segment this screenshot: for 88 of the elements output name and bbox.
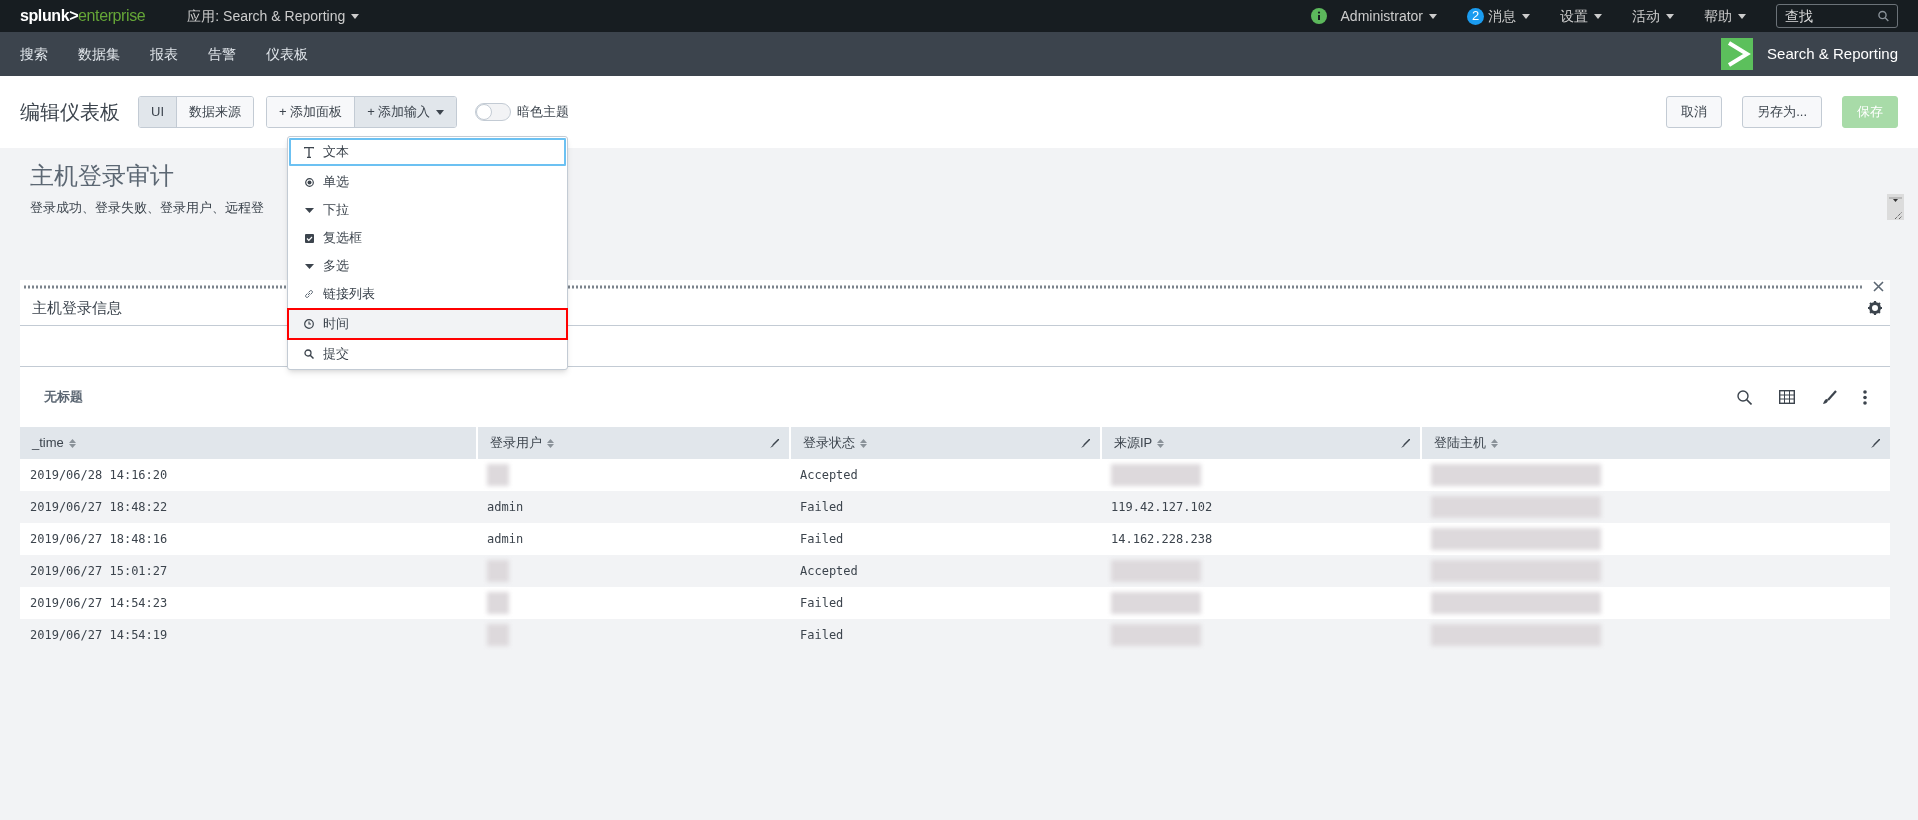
nav-link[interactable]: 数据集 (78, 43, 120, 65)
table-cell-text: Failed (800, 531, 844, 548)
add-input-button[interactable]: + 添加输入 (354, 97, 457, 127)
menu-item[interactable]: 链接列表 (289, 280, 566, 308)
dashboard-title: 主机登录审计 (30, 161, 174, 191)
nav-link[interactable]: 报表 (150, 43, 178, 65)
caret-icon (1429, 13, 1437, 19)
radio-icon (304, 177, 314, 187)
table-cell-text: 2019/06/27 18:48:22 (30, 499, 168, 516)
clock-icon (304, 319, 314, 329)
toggle-label: 暗色主题 (517, 103, 570, 122)
sort-icon (860, 438, 867, 448)
info-icon (1310, 8, 1327, 24)
table-title: 无标题 (44, 388, 83, 407)
sort-icon (68, 438, 76, 448)
action-button[interactable]: 另存为... (1742, 96, 1822, 128)
panel-title: 主机登录信息 (32, 298, 122, 318)
table-cell-text: admin (487, 531, 524, 548)
table-cell-text: Failed (800, 627, 844, 644)
search-icon (304, 349, 314, 359)
nav-link[interactable]: 告警 (208, 43, 236, 65)
app-title: Search & Reporting (1767, 43, 1898, 64)
caret-icon (1738, 13, 1746, 19)
table-cell-text: 2019/06/27 14:54:23 (30, 595, 168, 612)
table-cell-text: Failed (800, 499, 844, 516)
menu-item[interactable]: 单选 (289, 168, 566, 196)
resize-handle-icon[interactable] (1887, 194, 1904, 220)
menu-button[interactable]: 活动 (1632, 5, 1674, 27)
text-icon (304, 146, 314, 158)
action-button[interactable]: 取消 (1666, 96, 1723, 128)
menu-item[interactable]: 复选框 (289, 224, 566, 252)
search-field[interactable]: 查找 (1785, 5, 1879, 27)
menu-item[interactable]: 多选 (289, 252, 566, 280)
checkbox-icon (304, 233, 314, 243)
paintbrush-icon[interactable] (1871, 439, 1880, 448)
paintbrush-icon[interactable] (1081, 439, 1090, 448)
link-icon (304, 289, 314, 299)
sort-icon (1157, 438, 1165, 448)
caret-icon (304, 207, 314, 213)
table-cell-text: Accepted (800, 467, 858, 484)
table-cell-text: 14.162.228.238 (1111, 531, 1213, 548)
close-icon[interactable] (1873, 281, 1884, 292)
paintbrush-icon[interactable] (1401, 439, 1410, 448)
column-header[interactable]: _time (20, 427, 476, 459)
table-cell-text: 119.42.127.102 (1111, 499, 1213, 516)
paintbrush-icon[interactable] (1822, 389, 1837, 405)
caret-icon (1594, 13, 1602, 19)
menu-button[interactable]: Administrator (1340, 5, 1437, 27)
table-cell-text: 2019/06/28 14:16:20 (30, 467, 168, 484)
dashboard-description: 登录成功、登录失败、登录用户、远程登 (30, 199, 264, 217)
caret-icon (351, 13, 360, 19)
table-cell-text: admin (487, 499, 524, 516)
notification-badge: 2 (1467, 7, 1484, 25)
mode-tab[interactable]: UI (139, 97, 176, 127)
caret-icon (304, 263, 314, 269)
search-box[interactable]: 查找 (1776, 4, 1898, 28)
caret-icon (1522, 13, 1530, 19)
table-icon[interactable] (1779, 390, 1795, 404)
table-cell-text: 2019/06/27 18:48:16 (30, 531, 168, 548)
table-cell-text: Accepted (800, 563, 858, 580)
app-logo-icon (1721, 38, 1754, 70)
app-menu[interactable]: 应用: Search & Reporting (187, 5, 360, 27)
toggle-switch[interactable] (475, 103, 512, 121)
mode-tab[interactable]: 数据来源 (176, 97, 253, 127)
menu-item[interactable]: 文本 (289, 138, 566, 166)
nav-link[interactable]: 搜索 (20, 43, 48, 65)
table-cell-text: 2019/06/27 14:54:19 (30, 627, 168, 644)
paintbrush-icon[interactable] (770, 439, 779, 448)
add-panel-button[interactable]: + 添加面板 (267, 97, 355, 127)
more-icon[interactable] (1863, 389, 1867, 405)
nav-link[interactable]: 仪表板 (266, 43, 308, 65)
caret-icon (436, 109, 445, 115)
sort-icon (1491, 438, 1498, 448)
table-cell-text: Failed (800, 595, 844, 612)
table-cell-text: 2019/06/27 15:01:27 (30, 563, 168, 580)
menu-button[interactable]: 帮助 (1704, 5, 1746, 27)
splunk-logo: splunk>enterprise (20, 6, 146, 26)
search-icon (1878, 10, 1889, 22)
sort-icon (547, 438, 554, 448)
settings-icon[interactable] (1868, 301, 1882, 315)
menu-item[interactable]: 时间 (289, 310, 566, 338)
page-title: 编辑仪表板 (20, 100, 120, 125)
menu-item[interactable]: 下拉 (289, 196, 566, 224)
caret-icon (1666, 13, 1674, 19)
menu-item[interactable]: 提交 (289, 340, 566, 368)
menu-button[interactable]: 消息 (1488, 5, 1530, 27)
search-icon[interactable] (1737, 389, 1752, 405)
menu-button[interactable]: 设置 (1560, 5, 1602, 27)
